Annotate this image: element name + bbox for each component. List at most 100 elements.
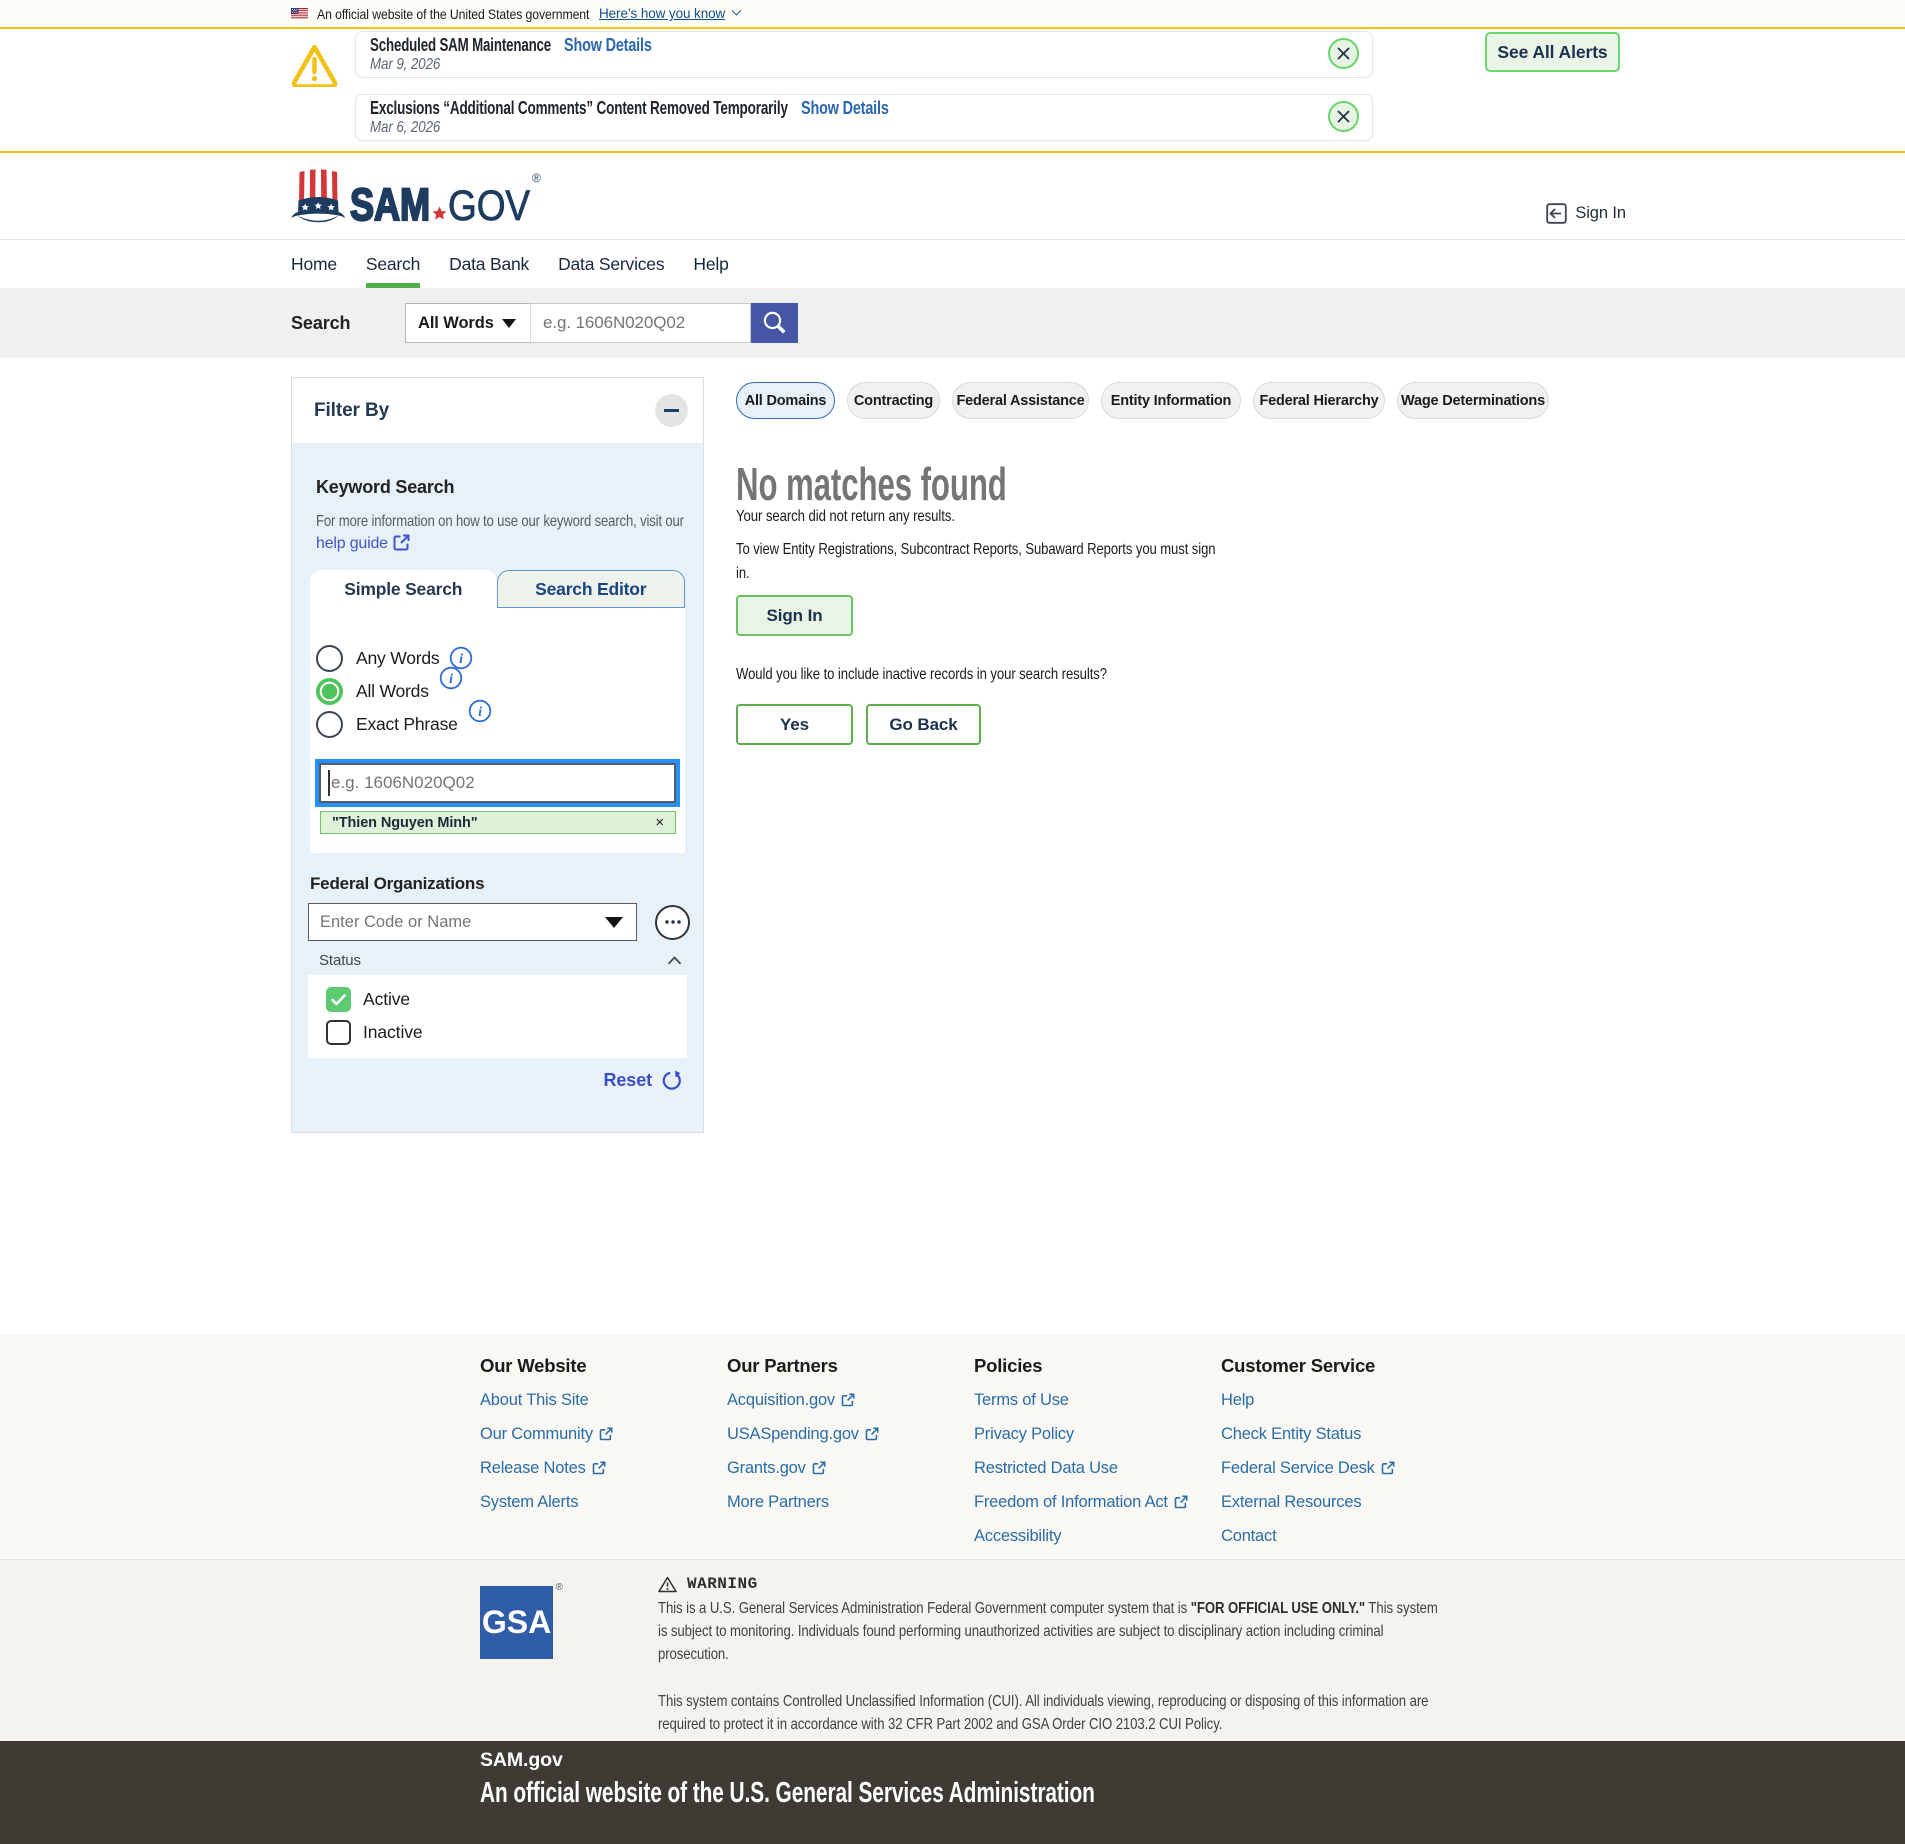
checkbox-inactive[interactable] xyxy=(326,1020,351,1045)
radio-exact-phrase[interactable] xyxy=(316,711,343,738)
nav-item-help[interactable]: Help xyxy=(693,240,728,288)
footer-link-release-notes[interactable]: Release Notes xyxy=(480,1459,727,1477)
footer-link-label: USASpending.gov xyxy=(727,1425,859,1443)
chevron-down-icon[interactable] xyxy=(732,6,742,16)
search-icon xyxy=(762,310,788,336)
tab-simple-search[interactable]: Simple Search xyxy=(310,570,497,608)
chip-remove-icon[interactable]: × xyxy=(655,814,664,831)
external-link-icon xyxy=(393,534,410,551)
nav-item-search[interactable]: Search xyxy=(366,240,420,288)
collapse-filters-button[interactable] xyxy=(655,394,688,427)
banner-how-link[interactable]: Here’s how you know xyxy=(599,6,725,21)
go-back-button[interactable]: Go Back xyxy=(866,704,981,745)
nav-item-data-bank[interactable]: Data Bank xyxy=(449,240,529,288)
footer-link-label: Contact xyxy=(1221,1527,1276,1545)
search-mode-select[interactable]: All Words xyxy=(405,303,531,343)
footer-link-label: More Partners xyxy=(727,1493,829,1511)
warning-block: WARNING This is a U.S. General Services … xyxy=(658,1575,1448,1736)
footer-column-title: Our Website xyxy=(480,1355,727,1377)
keyword-chip: "Thien Nguyen Minh" × xyxy=(320,811,676,834)
footer-link-contact[interactable]: Contact xyxy=(1221,1527,1468,1545)
warning-text: This is a U.S. General Services Administ… xyxy=(658,1600,1191,1617)
radio-row: Exact Phrase i xyxy=(316,710,681,738)
footer-link-our-community[interactable]: Our Community xyxy=(480,1425,727,1443)
footer-link-restricted-data-use[interactable]: Restricted Data Use xyxy=(974,1459,1221,1477)
chevron-up-icon[interactable] xyxy=(667,956,682,965)
domain-pill-federal-assistance[interactable]: Federal Assistance xyxy=(952,382,1089,419)
footer-link-acquisition-gov[interactable]: Acquisition.gov xyxy=(727,1391,974,1409)
radio-all-words[interactable] xyxy=(316,678,343,705)
footer-link-federal-service-desk[interactable]: Federal Service Desk xyxy=(1221,1459,1468,1477)
domain-pill-all-domains[interactable]: All Domains xyxy=(736,382,835,419)
alert-title-row: Scheduled SAM Maintenance Show Details xyxy=(370,36,1358,55)
nav-item-data-services[interactable]: Data Services xyxy=(558,240,664,288)
footer-link-privacy-policy[interactable]: Privacy Policy xyxy=(974,1425,1221,1443)
footer-link-label: Privacy Policy xyxy=(974,1425,1074,1443)
info-icon[interactable]: i xyxy=(439,666,463,690)
more-organizations-button[interactable] xyxy=(655,905,690,940)
radio-any-words[interactable] xyxy=(316,645,343,672)
see-all-alerts-button[interactable]: See All Alerts xyxy=(1485,32,1620,72)
tab-search-editor[interactable]: Search Editor xyxy=(497,570,686,608)
domain-pills: All Domains Contracting Federal Assistan… xyxy=(736,382,1614,419)
footer-link-label: Our Community xyxy=(480,1425,593,1443)
footer-link-check-entity-status[interactable]: Check Entity Status xyxy=(1221,1425,1468,1443)
footer-link-usaspending-gov[interactable]: USASpending.gov xyxy=(727,1425,974,1443)
domain-pill-wage-determinations[interactable]: Wage Determinations xyxy=(1397,382,1549,419)
alert-card: Exclusions “Additional Comments” Content… xyxy=(355,94,1373,141)
footer-link-about-this-site[interactable]: About This Site xyxy=(480,1391,727,1409)
content-container: An official website of the United States… xyxy=(291,0,1614,27)
info-icon[interactable]: i xyxy=(468,699,492,723)
alert-close-button[interactable] xyxy=(1328,101,1359,132)
checkbox-active[interactable] xyxy=(326,987,351,1012)
help-guide-link[interactable]: help guide xyxy=(316,535,410,552)
radio-label: Any Words xyxy=(356,648,439,669)
footer-link-help[interactable]: Help xyxy=(1221,1391,1468,1409)
sign-in-button[interactable]: Sign In xyxy=(736,595,853,636)
site-footer: SAM.gov An official website of the U.S. … xyxy=(0,1741,1905,1844)
domain-pill-federal-hierarchy[interactable]: Federal Hierarchy xyxy=(1253,382,1385,419)
yes-button[interactable]: Yes xyxy=(736,704,853,745)
footer-link-terms-of-use[interactable]: Terms of Use xyxy=(974,1391,1221,1409)
external-link-icon xyxy=(812,1461,826,1475)
footer-link-accessibility[interactable]: Accessibility xyxy=(974,1527,1221,1545)
footer-link-system-alerts[interactable]: System Alerts xyxy=(480,1493,727,1511)
footer-link-grants-gov[interactable]: Grants.gov xyxy=(727,1459,974,1477)
caret-down-icon[interactable] xyxy=(605,917,623,928)
alerts-section: Scheduled SAM Maintenance Show Details M… xyxy=(0,29,1905,153)
checkbox-label: Active xyxy=(363,989,410,1010)
domain-pill-entity-information[interactable]: Entity Information xyxy=(1101,382,1241,419)
alert-close-button[interactable] xyxy=(1328,38,1359,69)
reset-link[interactable]: Reset xyxy=(603,1070,652,1091)
footer-link-label: Grants.gov xyxy=(727,1459,806,1477)
federal-organizations-input[interactable] xyxy=(308,903,637,941)
footer-link-more-partners[interactable]: More Partners xyxy=(727,1493,974,1511)
footer-link-external-resources[interactable]: External Resources xyxy=(1221,1493,1468,1511)
content-container: SAM GOV ® Sign In xyxy=(291,153,1614,239)
search-input[interactable] xyxy=(531,303,751,343)
alert-show-details-link[interactable]: Show Details xyxy=(564,36,634,55)
no-matches-subtitle: Your search did not return any results. xyxy=(736,508,916,526)
site-footer-tagline: An official website of the U.S. General … xyxy=(480,1777,922,1810)
footer-link-label: Terms of Use xyxy=(974,1391,1069,1409)
nav-item-home[interactable]: Home xyxy=(291,240,337,288)
svg-text:i: i xyxy=(478,705,482,720)
external-link-icon xyxy=(592,1461,606,1475)
sign-in-link[interactable]: Sign In xyxy=(1546,203,1626,224)
radio-label: Exact Phrase xyxy=(356,714,458,735)
alert-show-details-link[interactable]: Show Details xyxy=(801,99,871,118)
external-link-icon xyxy=(841,1393,855,1407)
footer-link-foia[interactable]: Freedom of Information Act xyxy=(974,1493,1221,1511)
search-button[interactable] xyxy=(751,303,798,343)
svg-text:i: i xyxy=(460,652,464,667)
keyword-input[interactable] xyxy=(319,763,676,803)
content-container: Scheduled SAM Maintenance Show Details M… xyxy=(291,31,1614,141)
warning-paragraph-2: This system contains Controlled Unclassi… xyxy=(658,1690,1441,1736)
federal-organizations-title: Federal Organizations xyxy=(310,874,685,894)
reset-refresh-icon[interactable] xyxy=(662,1070,683,1091)
domain-pill-contracting[interactable]: Contracting xyxy=(847,382,940,419)
filter-body: Keyword Search For more information on h… xyxy=(292,443,703,1132)
inactive-records-actions: Yes Go Back xyxy=(736,704,1614,745)
footer-link-label: Freedom of Information Act xyxy=(974,1493,1168,1511)
sam-gov-logo[interactable]: SAM GOV ® xyxy=(291,166,541,231)
